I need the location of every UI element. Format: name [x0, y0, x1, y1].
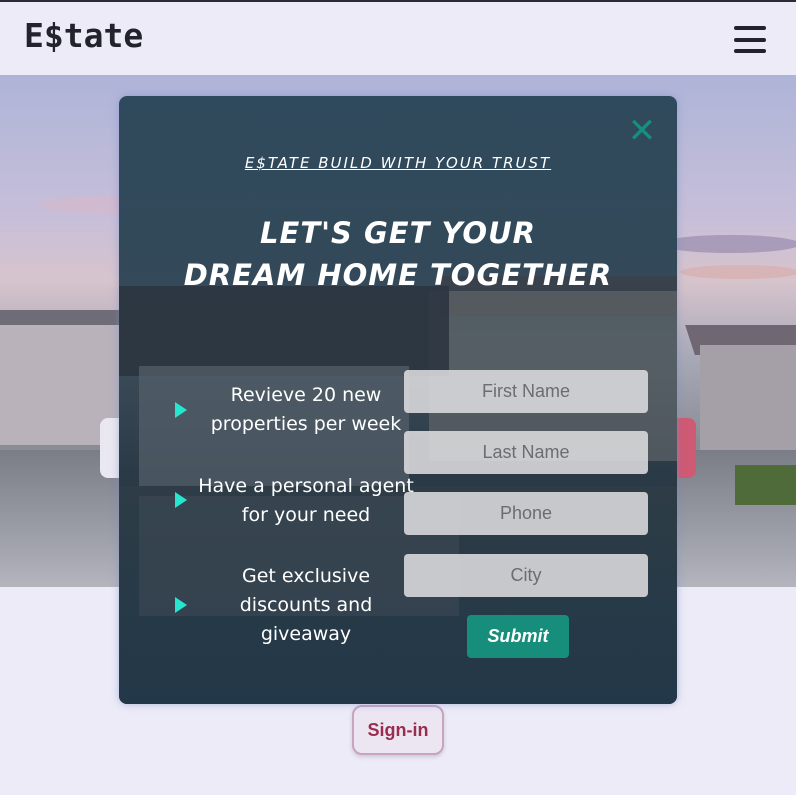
lawn: [735, 465, 796, 505]
cloud: [680, 265, 796, 279]
feature-text: Get exclusive discounts and giveaway: [239, 565, 373, 645]
modal-headline: LET'S GET YOUR DREAM HOME TOGETHER: [119, 212, 677, 296]
play-arrow-icon: [175, 402, 187, 418]
phone-field[interactable]: [404, 492, 648, 535]
last-name-field[interactable]: [404, 431, 648, 474]
feature-text: Have a personal agent for your need: [198, 475, 414, 526]
headline-line-1: LET'S GET YOUR: [260, 216, 536, 250]
cloud: [660, 235, 796, 253]
house: [700, 345, 796, 465]
modal-bg-roof: [119, 286, 449, 376]
first-name-field[interactable]: [404, 370, 648, 413]
site-header: E$tate: [0, 2, 796, 75]
submit-button[interactable]: Submit: [467, 615, 569, 658]
modal-tagline[interactable]: E$tate build with your trust: [119, 154, 677, 172]
hamburger-menu-icon[interactable]: [734, 26, 768, 54]
city-field[interactable]: [404, 554, 648, 597]
menu-bar: [734, 26, 766, 30]
signup-modal: ✕ E$tate build with your trust LET'S GET…: [119, 96, 677, 704]
sign-in-button[interactable]: Sign-in: [352, 705, 444, 755]
headline-line-2: DREAM HOME TOGETHER: [183, 258, 613, 292]
feature-item: Have a personal agent for your need: [171, 472, 414, 532]
menu-bar: [734, 38, 766, 42]
feature-item: Revieve 20 new properties per week: [171, 381, 401, 441]
site-logo[interactable]: E$tate: [24, 16, 143, 55]
close-icon[interactable]: ✕: [627, 114, 657, 148]
play-arrow-icon: [175, 492, 187, 508]
feature-text: Revieve 20 new properties per week: [210, 384, 402, 435]
menu-bar: [734, 49, 766, 53]
play-arrow-icon: [175, 597, 187, 613]
feature-item: Get exclusive discounts and giveaway: [171, 562, 401, 652]
